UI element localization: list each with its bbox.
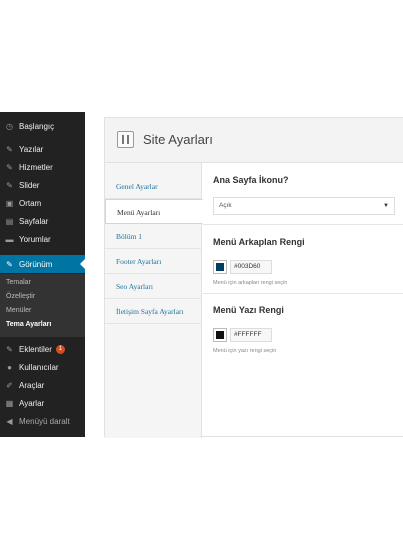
menu-item-comments[interactable]: ▬ Yorumlar: [0, 230, 85, 248]
section-divider: [203, 224, 403, 225]
menu-item-settings[interactable]: ▦ Ayarlar: [0, 394, 85, 412]
tab-footer-settings[interactable]: Footer Ayarları: [105, 249, 202, 274]
panel-title: Site Ayarları: [143, 132, 213, 147]
menu-bg-section-title: Menü Arkaplan Rengi: [213, 237, 305, 247]
menu-label: Görünüm: [19, 259, 53, 269]
menu-text-color-swatch[interactable]: [213, 328, 227, 342]
favicon-section-title: Ana Sayfa İkonu?: [213, 175, 289, 185]
tab-general-settings[interactable]: Genel Ayarlar: [105, 174, 202, 199]
menu-item-services[interactable]: ✎ Hizmetler: [0, 158, 85, 176]
menu-label: Ayarlar: [19, 398, 45, 408]
dashboard-icon: ◷: [6, 121, 13, 131]
update-count-badge: 1: [55, 344, 65, 354]
settings-panel: Site Ayarları Genel Ayarlar Menü Ayarlar…: [104, 117, 403, 438]
menu-bg-color-swatch[interactable]: [213, 260, 227, 274]
settings-icon: ▦: [5, 398, 14, 408]
menu-label: Kullanıcılar: [19, 362, 59, 372]
settings-tabs: Genel Ayarlar Menü Ayarları Bölüm 1 Foot…: [105, 163, 203, 438]
tab-contact-page-settings[interactable]: İletişim Sayfa Ayarları: [105, 299, 202, 324]
site-settings-icon: [117, 131, 134, 148]
tab-seo-settings[interactable]: Seo Ayarları: [105, 274, 202, 299]
menu-item-plugins[interactable]: ✎ Eklentiler 1: [0, 340, 85, 358]
menu-label: Eklentiler: [19, 344, 52, 354]
settings-content: Ana Sayfa İkonu? Açık ▼ Menü Arkaplan Re…: [203, 163, 403, 438]
dropdown-arrow-icon: ▼: [383, 203, 389, 209]
menu-label: Başlangıç: [19, 121, 55, 131]
tools-icon: ✐: [6, 380, 13, 390]
submenu-customize[interactable]: Özelleştir: [6, 293, 35, 300]
collapse-arrow-icon: ◀: [6, 416, 13, 426]
menu-label: Ortam: [19, 198, 42, 208]
section-divider: [203, 293, 403, 294]
users-icon: ●: [7, 362, 12, 372]
menu-item-dashboard[interactable]: ◷ Başlangıç: [0, 117, 85, 135]
menu-item-media[interactable]: ▣ Ortam: [0, 194, 85, 212]
menu-text-hex-field[interactable]: #FFFFFF: [230, 328, 272, 342]
plugins-icon: ✎: [6, 344, 13, 354]
favicon-select[interactable]: Açık ▼: [213, 197, 395, 215]
menu-bg-hint: Menü için arkaplan rengi seçin: [213, 280, 288, 286]
menu-item-pages[interactable]: ▤ Sayfalar: [0, 212, 85, 230]
menu-item-posts[interactable]: ✎ Yazılar: [0, 140, 85, 158]
appearance-submenu: Temalar Özelleştir Menüler Tema Ayarları: [0, 274, 85, 337]
appearance-icon: ✎: [6, 259, 13, 269]
pin-icon: ✎: [6, 180, 13, 190]
menu-text-hint: Menü için yazı rengi seçin: [213, 348, 277, 354]
admin-sidebar: ◷ Başlangıç ✎ Yazılar ✎ Hizmetler ✎ Slid…: [0, 112, 85, 437]
menu-bg-hex-field[interactable]: #003D60: [230, 260, 272, 274]
menu-label: Slider: [19, 180, 40, 190]
menu-item-appearance[interactable]: ✎ Görünüm: [0, 255, 85, 273]
submenu-themes[interactable]: Temalar: [6, 279, 31, 286]
pin-icon: ✎: [6, 144, 13, 154]
comments-icon: ▬: [5, 234, 14, 244]
pin-icon: ✎: [6, 162, 13, 172]
menu-item-users[interactable]: ● Kullanıcılar: [0, 358, 85, 376]
tab-section-1[interactable]: Bölüm 1: [105, 224, 202, 249]
media-icon: ▣: [5, 198, 14, 208]
pages-icon: ▤: [5, 216, 14, 226]
panel-header: Site Ayarları: [105, 118, 403, 163]
menu-text-section-title: Menü Yazı Rengi: [213, 305, 284, 315]
menu-label: Araçlar: [19, 380, 45, 390]
menu-label: Hizmetler: [19, 162, 53, 172]
menu-label: Yazılar: [19, 144, 44, 154]
submenu-theme-settings[interactable]: Tema Ayarları: [6, 321, 51, 328]
collapse-label: Menüyü daralt: [19, 416, 70, 426]
tab-menu-settings[interactable]: Menü Ayarları: [105, 199, 203, 224]
menu-label: Yorumlar: [19, 234, 51, 244]
favicon-select-value: Açık: [219, 202, 232, 209]
menu-label: Sayfalar: [19, 216, 49, 226]
collapse-menu-button[interactable]: ◀ Menüyü daralt: [0, 412, 85, 430]
menu-item-tools[interactable]: ✐ Araçlar: [0, 376, 85, 394]
menu-item-slider[interactable]: ✎ Slider: [0, 176, 85, 194]
submenu-menus[interactable]: Menüler: [6, 307, 31, 314]
